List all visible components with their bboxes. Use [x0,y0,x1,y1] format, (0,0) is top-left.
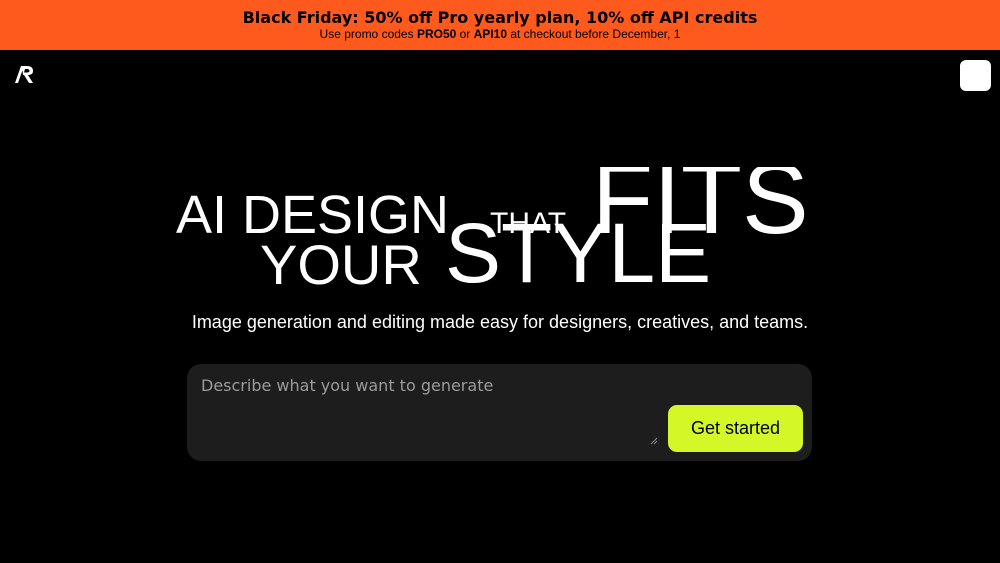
hero-headline: FITS AI DESIGN THAT YOUR STYLE [0,165,1000,300]
prompt-box: Get started [187,364,812,461]
hero-subtitle: Image generation and editing made easy f… [191,312,809,332]
menu-button[interactable] [960,60,991,91]
promo-title: Black Friday: 50% off Pro yearly plan, 1… [242,8,758,27]
logo-icon[interactable] [13,63,35,85]
headline-word-your: YOUR [260,233,422,296]
prompt-input[interactable] [187,364,661,450]
promo-sub-or: or [456,27,474,41]
resize-handle-icon[interactable] [650,437,658,445]
promo-sub-prefix: Use promo codes [319,27,417,41]
get-started-button[interactable]: Get started [668,405,803,452]
promo-banner: Black Friday: 50% off Pro yearly plan, 1… [0,0,1000,50]
promo-code-pro: PRO50 [416,27,457,41]
headline-word-style: STYLE [445,206,712,300]
promo-code-api: API10 [473,27,507,41]
promo-sub-suffix: at checkout before December, 1 [507,27,681,41]
promo-subtitle: Use promo codes PRO50 or API10 at checko… [0,27,1000,41]
